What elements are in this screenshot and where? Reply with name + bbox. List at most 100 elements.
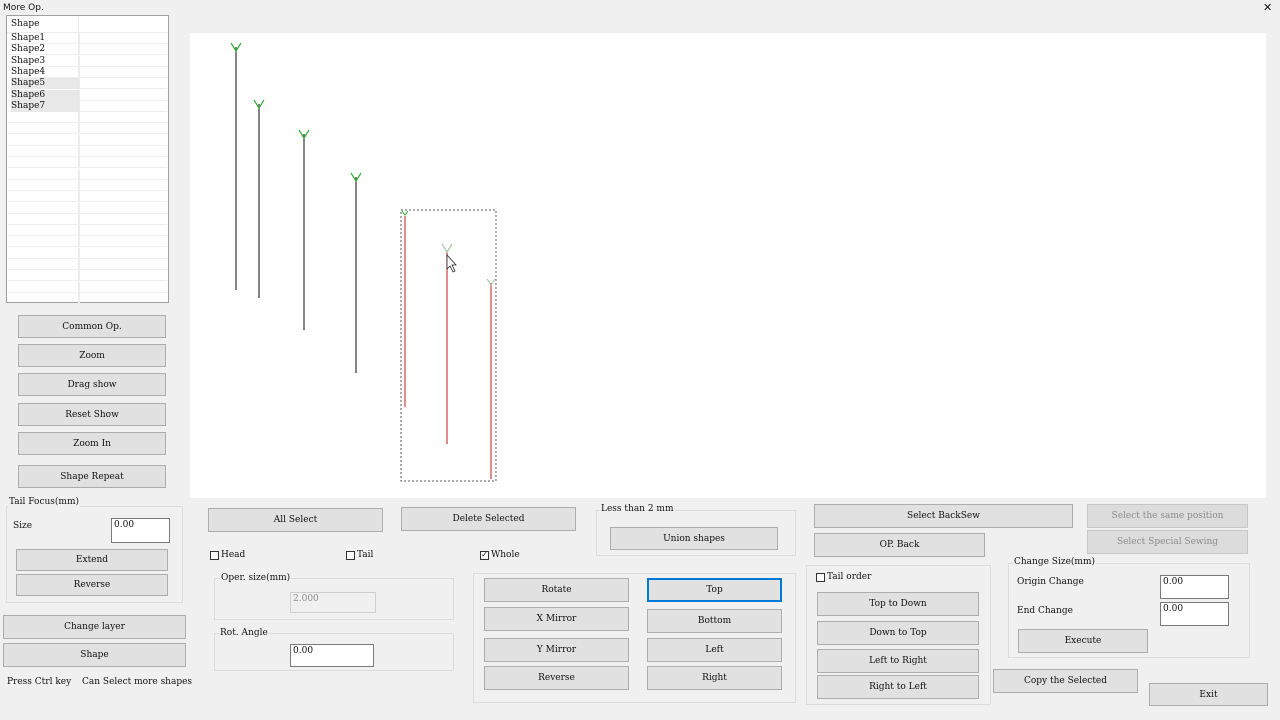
shape-list-header: Shape (11, 19, 40, 29)
list-item[interactable]: Shape7 (8, 100, 167, 112)
drawing-canvas-svg (230, 42, 497, 482)
shape-1[interactable] (230, 42, 242, 290)
rotate-button[interactable]: Rotate (484, 578, 629, 602)
list-item[interactable]: Shape3 (8, 55, 167, 67)
list-column-separator (79, 55, 80, 66)
op-back-button[interactable]: OP. Back (814, 533, 985, 557)
common-op-button[interactable]: Common Op. (18, 315, 166, 338)
list-column-separator (79, 191, 80, 202)
exit-button[interactable]: Exit (1149, 683, 1268, 706)
tail-size-label: Size (13, 521, 33, 531)
tail-reverse-button[interactable]: Reverse (16, 574, 168, 596)
tail-checkbox-box[interactable] (346, 550, 355, 560)
head-marker-icon (441, 243, 453, 254)
change-layer-button[interactable]: Change layer (3, 615, 186, 639)
oper-size-label: Oper. size(mm) (220, 573, 292, 583)
whole-checkbox[interactable]: ✓ Whole (480, 550, 520, 560)
tail-checkbox[interactable]: Tail (346, 550, 373, 560)
all-select-button[interactable]: All Select (208, 508, 383, 532)
list-column-separator (79, 259, 80, 269)
select-special-sewing-button[interactable]: Select Special Sewing (1087, 530, 1248, 554)
close-icon[interactable]: ✕ (1263, 1, 1272, 14)
list-column-separator (79, 202, 80, 213)
list-column-separator (79, 100, 80, 111)
list-item[interactable]: Shape6 (8, 89, 167, 101)
head-checkbox[interactable]: Head (210, 550, 245, 560)
shape-button[interactable]: Shape (3, 643, 186, 667)
copy-selected-button[interactable]: Copy the Selected (993, 669, 1138, 693)
drag-show-button[interactable]: Drag show (18, 373, 166, 396)
head-marker-icon (401, 210, 409, 216)
shape-repeat-button[interactable]: Shape Repeat (18, 465, 166, 488)
origin-change-input[interactable]: 0.00 (1160, 575, 1229, 599)
tail-checkbox-label: Tail (357, 550, 374, 560)
list-item[interactable]: Shape1 (8, 33, 167, 44)
change-size-title: Change Size(mm) (1013, 557, 1096, 567)
execute-button[interactable]: Execute (1018, 629, 1148, 653)
window-title: More Op. (3, 3, 44, 13)
list-column-separator (79, 78, 80, 89)
shape-4[interactable] (350, 172, 362, 373)
shape-7[interactable] (486, 278, 496, 479)
union-shapes-button[interactable]: Union shapes (610, 527, 778, 550)
top-to-down-button[interactable]: Top to Down (817, 592, 979, 616)
list-empty-row (8, 259, 167, 270)
right-button[interactable]: Right (647, 666, 782, 690)
shape-3[interactable] (298, 129, 310, 330)
list-column-separator (79, 66, 80, 77)
list-column-separator (79, 44, 80, 55)
tail-order-checkbox-box[interactable] (816, 572, 825, 582)
tail-order-label: Tail order (827, 572, 872, 582)
delete-selected-button[interactable]: Delete Selected (401, 507, 576, 531)
list-item-label: Shape3 (11, 55, 46, 66)
reset-show-button[interactable]: Reset Show (18, 403, 166, 426)
list-column-separator (79, 270, 80, 281)
zoom-in-button[interactable]: Zoom In (18, 432, 166, 455)
list-item[interactable]: Shape5 (8, 78, 167, 90)
whole-checkbox-box[interactable]: ✓ (480, 550, 489, 560)
right-to-left-button[interactable]: Right to Left (817, 675, 979, 699)
oper-size-input[interactable]: 2.000 (290, 592, 376, 613)
top-button[interactable]: Top (647, 578, 782, 602)
left-button[interactable]: Left (647, 638, 782, 662)
cursor-icon (446, 253, 457, 273)
list-column-separator (79, 213, 80, 224)
list-empty-row (8, 202, 167, 214)
zoom-button[interactable]: Zoom (18, 344, 166, 367)
list-column-separator (79, 89, 80, 100)
list-empty-row (8, 281, 167, 293)
down-to-top-button[interactable]: Down to Top (817, 621, 979, 645)
list-item-label: Shape1 (11, 33, 46, 43)
head-marker-icon (486, 278, 496, 286)
tail-focus-title: Tail Focus(mm) (8, 497, 81, 507)
list-item-label: Shape5 (11, 78, 79, 90)
shape-2[interactable] (253, 99, 265, 298)
y-mirror-button[interactable]: Y Mirror (484, 638, 629, 662)
tail-order-checkbox[interactable]: Tail order (816, 572, 871, 582)
select-backsew-button[interactable]: Select BackSew (814, 504, 1073, 528)
tail-size-input[interactable]: 0.00 (111, 518, 170, 543)
list-column-separator (79, 112, 80, 123)
list-item[interactable]: Shape4 (8, 66, 167, 78)
left-to-right-button[interactable]: Left to Right (817, 649, 979, 673)
transform-reverse-button[interactable]: Reverse (484, 666, 629, 690)
list-item-label: Shape6 (11, 89, 79, 101)
origin-change-label: Origin Change (1017, 577, 1084, 587)
head-checkbox-box[interactable] (210, 550, 219, 560)
extend-button[interactable]: Extend (16, 549, 168, 571)
list-empty-row (8, 292, 167, 304)
shape-5[interactable] (401, 210, 409, 407)
list-column-separator (79, 168, 80, 179)
select-same-position-button[interactable]: Select the same position (1087, 504, 1248, 528)
shape-list[interactable]: Shape Shape1 Shape2 Shape3 Shape4 Shape5 Shap… (6, 15, 169, 304)
select-more-hint: Can Select more shapes (82, 677, 193, 687)
x-mirror-button[interactable]: X Mirror (484, 607, 629, 631)
rot-angle-input[interactable]: 0.00 (290, 644, 374, 667)
list-empty-row (8, 134, 167, 146)
list-empty-row (8, 247, 167, 259)
drawing-canvas[interactable] (190, 33, 1266, 498)
list-item[interactable]: Shape2 (8, 44, 167, 56)
shape-6[interactable] (441, 243, 453, 444)
bottom-button[interactable]: Bottom (647, 609, 782, 633)
end-change-input[interactable]: 0.00 (1160, 602, 1229, 626)
